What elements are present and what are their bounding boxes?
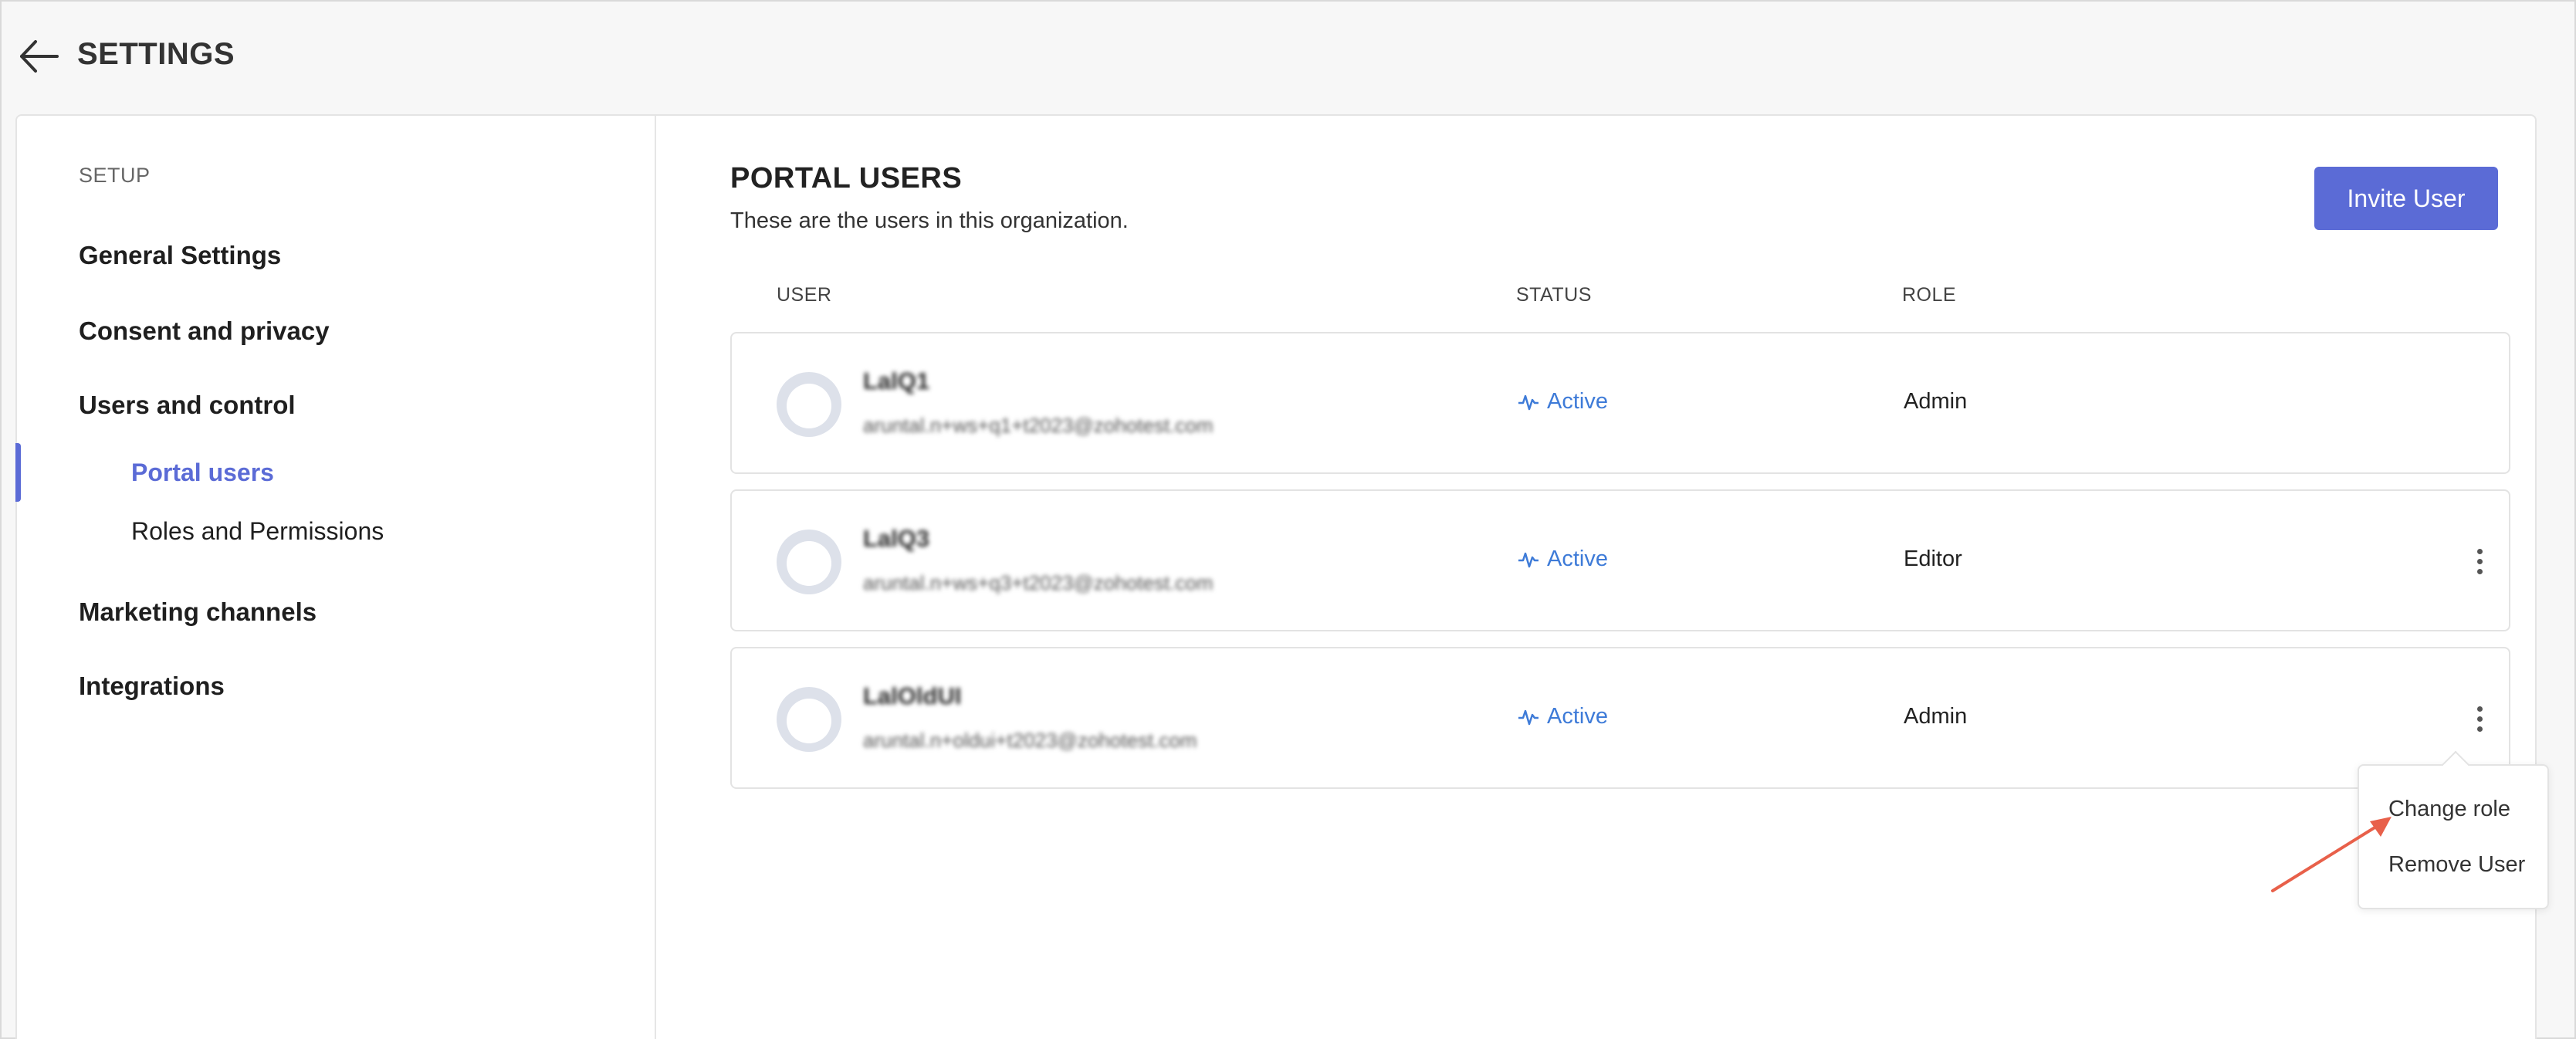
user-email: aruntal.n+ws+q3+t2023@zohotest.com	[863, 571, 1214, 594]
status-text: Active	[1547, 704, 1608, 729]
avatar-icon	[777, 372, 841, 437]
user-role: Admin	[1904, 389, 1968, 414]
section-title: PORTAL USERS	[730, 162, 963, 195]
sidebar-item-marketing-channels[interactable]: Marketing channels	[79, 597, 316, 627]
app-window: SETTINGS SETUP General Settings Consent …	[0, 0, 2576, 1039]
user-name: LalOldUI	[863, 682, 962, 709]
annotation-arrow-icon	[2271, 817, 2392, 892]
change-role-menu-item[interactable]: Change role	[2388, 797, 2510, 822]
sidebar-item-general-settings[interactable]: General Settings	[79, 241, 281, 270]
user-name: LalQ1	[863, 367, 930, 394]
status-text: Active	[1547, 547, 1608, 571]
main-content: PORTAL USERS These are the users in this…	[656, 116, 2549, 1039]
table-row[interactable]: LalQ1 aruntal.n+ws+q1+t2023@zohotest.com…	[730, 332, 2510, 474]
sidebar-item-integrations[interactable]: Integrations	[79, 672, 225, 701]
status-text: Active	[1547, 389, 1608, 414]
sidebar-item-consent-privacy[interactable]: Consent and privacy	[79, 316, 330, 346]
user-email: aruntal.n+oldui+t2023@zohotest.com	[863, 729, 1197, 752]
column-header-user: USER	[777, 284, 832, 306]
user-role: Editor	[1904, 547, 1962, 571]
user-role: Admin	[1904, 704, 1968, 729]
sidebar: SETUP General Settings Consent and priva…	[15, 116, 656, 1039]
settings-panel: SETUP General Settings Consent and priva…	[15, 114, 2549, 1039]
sidebar-item-roles-permissions[interactable]: Roles and Permissions	[131, 517, 384, 546]
user-email: aruntal.n+ws+q1+t2023@zohotest.com	[863, 414, 1214, 437]
more-options-icon[interactable]	[2466, 542, 2493, 580]
avatar-icon	[777, 687, 841, 752]
sidebar-item-users-control[interactable]: Users and control	[79, 391, 296, 420]
user-name: LalQ3	[863, 525, 930, 552]
status-badge: Active	[1518, 547, 1608, 572]
more-options-icon[interactable]	[2466, 699, 2493, 738]
table-row[interactable]: LalOldUI aruntal.n+oldui+t2023@zohotest.…	[730, 647, 2510, 789]
invite-user-button[interactable]: Invite User	[2314, 167, 2498, 230]
top-bar: SETTINGS	[2, 2, 2574, 114]
remove-user-menu-item[interactable]: Remove User	[2388, 852, 2525, 878]
status-badge: Active	[1518, 704, 1608, 729]
section-subtitle: These are the users in this organization…	[730, 208, 1129, 233]
page-title: SETTINGS	[77, 37, 235, 71]
sidebar-section-label: SETUP	[79, 164, 151, 187]
table-row[interactable]: LalQ3 aruntal.n+ws+q3+t2023@zohotest.com…	[730, 489, 2510, 631]
status-badge: Active	[1518, 389, 1608, 415]
column-header-status: STATUS	[1516, 284, 1592, 306]
sidebar-item-portal-users[interactable]: Portal users	[131, 459, 274, 487]
arrow-left-icon[interactable]	[19, 39, 59, 74]
avatar-icon	[777, 530, 841, 594]
activity-pulse-icon	[1518, 709, 1538, 725]
active-indicator	[15, 443, 21, 502]
column-header-role: ROLE	[1902, 284, 1957, 306]
activity-pulse-icon	[1518, 394, 1538, 410]
activity-pulse-icon	[1518, 552, 1538, 567]
